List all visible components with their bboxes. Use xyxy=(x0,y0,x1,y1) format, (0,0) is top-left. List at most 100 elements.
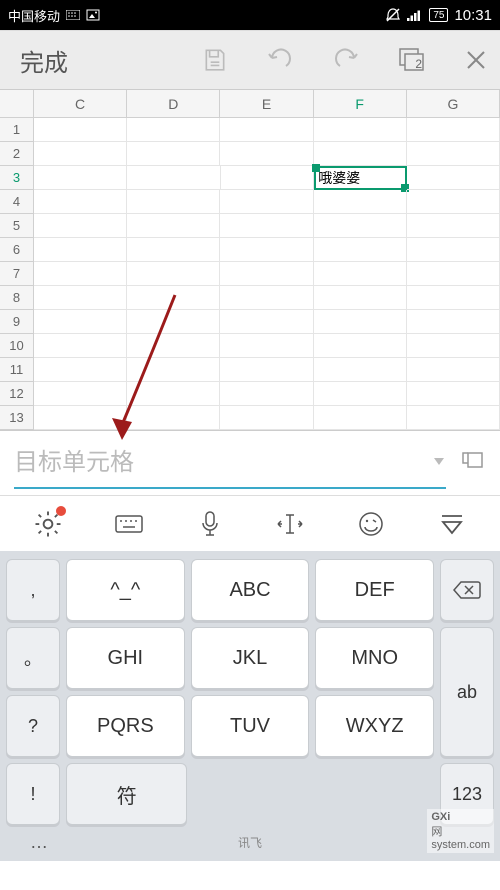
settings-icon[interactable] xyxy=(28,504,68,544)
cell[interactable] xyxy=(34,358,127,382)
cell[interactable] xyxy=(407,334,500,358)
done-button[interactable]: 完成 xyxy=(12,43,76,78)
key-comma[interactable]: , xyxy=(6,559,60,621)
cell[interactable] xyxy=(407,190,500,214)
voice-icon[interactable] xyxy=(190,504,230,544)
cell[interactable] xyxy=(220,190,313,214)
cell[interactable] xyxy=(127,166,220,190)
cell[interactable] xyxy=(407,118,500,142)
row-header[interactable]: 9 xyxy=(0,310,34,334)
cell[interactable] xyxy=(127,142,220,166)
key-tuv[interactable]: TUV xyxy=(191,695,310,757)
cell[interactable] xyxy=(314,382,407,406)
dropdown-icon[interactable] xyxy=(432,445,446,473)
cell[interactable] xyxy=(314,214,407,238)
cell[interactable] xyxy=(220,214,313,238)
selected-cell[interactable]: 哦婆婆 xyxy=(314,166,406,190)
cell[interactable] xyxy=(34,238,127,262)
cursor-icon[interactable] xyxy=(270,504,310,544)
cell[interactable] xyxy=(220,118,313,142)
key-period[interactable]: 。 xyxy=(6,627,60,689)
cell[interactable] xyxy=(34,190,127,214)
cell[interactable] xyxy=(127,310,220,334)
selection-handle[interactable] xyxy=(312,164,320,172)
cell[interactable] xyxy=(127,262,220,286)
cell[interactable] xyxy=(34,382,127,406)
cell[interactable] xyxy=(407,214,500,238)
cell[interactable] xyxy=(314,190,407,214)
reference-icon[interactable] xyxy=(458,449,486,478)
cell[interactable] xyxy=(220,262,313,286)
row-header[interactable]: 2 xyxy=(0,142,34,166)
row-header[interactable]: 12 xyxy=(0,382,34,406)
cell[interactable] xyxy=(127,238,220,262)
cell[interactable] xyxy=(34,142,127,166)
save-icon[interactable] xyxy=(202,47,228,73)
col-header[interactable]: E xyxy=(220,90,313,118)
cell[interactable] xyxy=(407,166,500,190)
col-header-selected[interactable]: F xyxy=(314,90,407,118)
cell[interactable] xyxy=(127,358,220,382)
cell[interactable] xyxy=(314,118,407,142)
cell[interactable] xyxy=(127,214,220,238)
tabs-icon[interactable]: 2 xyxy=(398,47,426,73)
key-jkl[interactable]: JKL xyxy=(191,627,310,689)
cell[interactable] xyxy=(407,358,500,382)
cell[interactable] xyxy=(34,262,127,286)
cell[interactable] xyxy=(34,286,127,310)
key-def[interactable]: DEF xyxy=(315,559,434,621)
key-question[interactable]: ? xyxy=(6,695,60,757)
cell[interactable] xyxy=(407,382,500,406)
row-header[interactable]: 10 xyxy=(0,334,34,358)
row-header[interactable]: 7 xyxy=(0,262,34,286)
cell[interactable] xyxy=(314,334,407,358)
key-face[interactable]: ^_^ xyxy=(66,559,185,621)
keyboard-icon[interactable] xyxy=(109,504,149,544)
cell[interactable] xyxy=(220,382,313,406)
key-exclaim[interactable]: ! xyxy=(6,763,60,825)
cell[interactable] xyxy=(127,118,220,142)
cell[interactable] xyxy=(127,190,220,214)
cell[interactable] xyxy=(127,382,220,406)
key-abc[interactable]: ABC xyxy=(191,559,310,621)
cell[interactable] xyxy=(220,310,313,334)
row-header-selected[interactable]: 3 xyxy=(0,166,34,190)
col-header[interactable]: C xyxy=(34,90,127,118)
cell[interactable] xyxy=(220,334,313,358)
cell[interactable] xyxy=(314,286,407,310)
key-pqrs[interactable]: PQRS xyxy=(66,695,185,757)
cell[interactable] xyxy=(34,310,127,334)
cell[interactable] xyxy=(34,406,127,430)
key-mno[interactable]: MNO xyxy=(315,627,434,689)
target-cell-input[interactable]: 目标单元格 xyxy=(14,438,446,489)
spreadsheet[interactable]: C D E F G 1 2 3哦婆婆 4 5 6 7 8 9 10 11 12 … xyxy=(0,90,500,431)
key-123[interactable]: 123 xyxy=(440,763,494,825)
undo-icon[interactable] xyxy=(266,48,294,72)
row-header[interactable]: 6 xyxy=(0,238,34,262)
col-header[interactable]: G xyxy=(407,90,500,118)
collapse-icon[interactable] xyxy=(432,504,472,544)
cell[interactable] xyxy=(407,286,500,310)
cell[interactable] xyxy=(127,286,220,310)
cell[interactable] xyxy=(407,406,500,430)
cell[interactable] xyxy=(221,166,314,190)
cell[interactable] xyxy=(220,142,313,166)
row-header[interactable]: 11 xyxy=(0,358,34,382)
cell[interactable] xyxy=(34,118,127,142)
cell[interactable] xyxy=(127,334,220,358)
cell[interactable] xyxy=(220,406,313,430)
cell[interactable] xyxy=(220,358,313,382)
cell[interactable] xyxy=(34,166,127,190)
key-backspace[interactable] xyxy=(440,559,494,621)
cell[interactable] xyxy=(220,238,313,262)
cell[interactable] xyxy=(314,310,407,334)
key-ghi[interactable]: GHI xyxy=(66,627,185,689)
redo-icon[interactable] xyxy=(332,48,360,72)
cell[interactable] xyxy=(220,286,313,310)
cell[interactable] xyxy=(34,214,127,238)
key-ellipsis[interactable]: … xyxy=(12,832,66,853)
cell[interactable] xyxy=(314,142,407,166)
cell[interactable] xyxy=(314,358,407,382)
row-header[interactable]: 5 xyxy=(0,214,34,238)
close-icon[interactable] xyxy=(464,48,488,72)
